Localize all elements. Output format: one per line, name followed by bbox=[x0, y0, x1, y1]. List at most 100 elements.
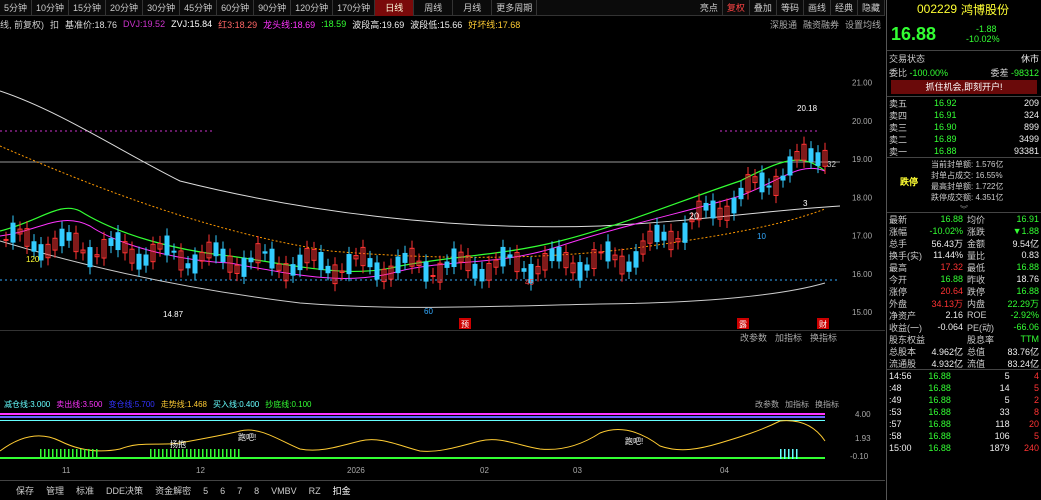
more-periods[interactable]: 更多周期 bbox=[492, 0, 538, 16]
period-month[interactable]: 月线 bbox=[453, 0, 493, 16]
label-120: 120 bbox=[26, 255, 40, 264]
candle-body bbox=[136, 253, 142, 270]
tab-5[interactable]: 5 bbox=[197, 486, 214, 496]
price-change: -1.88 bbox=[976, 24, 997, 34]
price-tick: 19.00 bbox=[852, 155, 873, 164]
ask-book: 卖五 16.92 209 卖四 16.91 324 卖三 16.90 899 卖二 16.89 349… bbox=[887, 97, 1041, 157]
tab-7[interactable]: 7 bbox=[231, 486, 248, 496]
collapse-icon[interactable]: ︾ bbox=[887, 204, 1041, 214]
jizhun-value: 基准价:18.76 bbox=[65, 19, 118, 30]
add-indicator-button[interactable]: 加指标 bbox=[775, 331, 802, 344]
sub-add-indicator[interactable]: 加指标 bbox=[785, 399, 809, 410]
period-5m[interactable]: 5分钟 bbox=[0, 0, 33, 16]
tick-list: 14:56 16.88 5 4:48 16.88 14 5:49 16.88 5 2:53 16.8… bbox=[887, 370, 1041, 454]
signal-bar bbox=[214, 449, 216, 459]
stat-row: 流通股 4.932亿 流值 83.24亿 bbox=[889, 358, 1039, 369]
candle-body bbox=[31, 241, 37, 252]
ad-banner[interactable]: 抓住机会,即刻开户! bbox=[891, 80, 1037, 94]
standard-tab[interactable]: 标准 bbox=[70, 484, 100, 497]
manage-tab[interactable]: 管理 bbox=[40, 484, 70, 497]
fund-tab[interactable]: 资金解密 bbox=[149, 484, 197, 497]
label-3: 3 bbox=[803, 199, 808, 208]
zvj-value: ZVJ:15.84 bbox=[171, 19, 213, 29]
overlay-button[interactable]: 叠加 bbox=[750, 0, 777, 16]
tab-8[interactable]: 8 bbox=[248, 486, 265, 496]
edit-params-button[interactable]: 改参数 bbox=[740, 331, 767, 344]
fuquan-button[interactable]: 复权 bbox=[723, 0, 750, 16]
candle-body bbox=[556, 246, 562, 262]
sub-ytick-0: 4.00 bbox=[855, 411, 871, 419]
ask-row: 卖二 16.89 3499 bbox=[887, 133, 1041, 145]
signal-bar bbox=[210, 449, 212, 459]
ask-row: 卖三 16.90 899 bbox=[887, 121, 1041, 133]
zhuo-label: 扬抱 bbox=[170, 439, 186, 449]
save-tab[interactable]: 保存 bbox=[10, 484, 40, 497]
signal-bar bbox=[80, 449, 82, 459]
hide-button[interactable]: 隐藏 bbox=[858, 0, 885, 16]
signal-bar bbox=[202, 449, 204, 459]
tab-6[interactable]: 6 bbox=[214, 486, 231, 496]
highlight-button[interactable]: 亮点 bbox=[696, 0, 723, 16]
signal-bar bbox=[234, 449, 236, 459]
switch-indicator-button[interactable]: 换指标 bbox=[810, 331, 837, 344]
period-90m[interactable]: 90分钟 bbox=[254, 0, 292, 16]
candle-body bbox=[171, 250, 177, 253]
kline-chart[interactable]: 21.00 20.00 19.00 18.00 17.00 16.00 15.00 20.1… bbox=[0, 31, 885, 330]
signal-bar bbox=[96, 449, 98, 459]
ask-row: 卖四 16.91 324 bbox=[887, 109, 1041, 121]
period-15m[interactable]: 15分钟 bbox=[69, 0, 107, 16]
classic-button[interactable]: 经典 bbox=[831, 0, 858, 16]
signal-bar bbox=[222, 449, 224, 459]
period-120m[interactable]: 120分钟 bbox=[291, 0, 334, 16]
period-45m[interactable]: 45分钟 bbox=[180, 0, 218, 16]
signal-bar bbox=[68, 449, 70, 459]
draw-button[interactable]: 画线 bbox=[804, 0, 831, 16]
kou-tab[interactable]: 扣金 bbox=[327, 484, 357, 497]
price-tick: 16.00 bbox=[852, 270, 873, 279]
candle-body bbox=[297, 254, 303, 271]
candle-body bbox=[500, 246, 506, 267]
sub-switch-indicator[interactable]: 换指标 bbox=[815, 399, 839, 410]
period-170m[interactable]: 170分钟 bbox=[333, 0, 376, 16]
hong-value: 红3:18.29 bbox=[218, 19, 258, 30]
limit-r2: 封单占成交: 16.55% bbox=[931, 171, 1003, 180]
dde-tab[interactable]: DDE决策 bbox=[100, 484, 149, 497]
chip-button[interactable]: 等码 bbox=[777, 0, 804, 16]
stat-row: 今开 16.88 昨收 18.76 bbox=[889, 274, 1039, 285]
period-day[interactable]: 日线 bbox=[375, 0, 415, 16]
sub-indicator-bar: 减仓线:3.000 卖出线:3.500 变仓线:5.700 走势线:1.468 … bbox=[0, 398, 885, 411]
candle-body bbox=[143, 254, 149, 266]
signal-bar bbox=[154, 449, 156, 459]
sub-d: 走势线:1.468 bbox=[160, 400, 207, 409]
price-tick: 15.00 bbox=[852, 308, 873, 317]
trend-line bbox=[0, 420, 826, 452]
signal-bar bbox=[60, 449, 62, 459]
period-week[interactable]: 周线 bbox=[414, 0, 454, 16]
vmbv-tab[interactable]: VMBV bbox=[265, 486, 303, 496]
candle-body bbox=[115, 232, 121, 251]
sub-edit-params[interactable]: 改参数 bbox=[755, 399, 779, 410]
link-ma-settings[interactable]: 设置均线 bbox=[845, 18, 881, 31]
boddi-value: 波段低:15.66 bbox=[410, 19, 463, 30]
link-hk[interactable]: 深股通 bbox=[770, 18, 797, 31]
stat-row: 收益(一) -0.064 PE(动) -66.06 bbox=[889, 322, 1039, 333]
signal-bar bbox=[76, 449, 78, 459]
candle-body bbox=[654, 224, 660, 243]
signal-bar bbox=[788, 449, 790, 459]
stat-row: 换手(实) 11.44% 量比 0.83 bbox=[889, 250, 1039, 261]
ask-price: 16.91 bbox=[934, 110, 957, 120]
indicator-bar: 线, 前复权) 扣 基准价:18.76 DVJ:19.52 ZVJ:15.84 … bbox=[0, 17, 885, 31]
period-60m[interactable]: 60分钟 bbox=[217, 0, 255, 16]
period-20m[interactable]: 20分钟 bbox=[106, 0, 144, 16]
period-10m[interactable]: 10分钟 bbox=[32, 0, 70, 16]
signal-bar bbox=[238, 449, 240, 459]
link-margin[interactable]: 融资融券 bbox=[803, 18, 839, 31]
xtick-11: 11 bbox=[62, 466, 71, 475]
candle-body bbox=[430, 274, 436, 277]
sub-chart[interactable]: 跑吧! 跑吧! 扬抱 4.00 1.93 -0.10 bbox=[0, 411, 885, 465]
period-30m[interactable]: 30分钟 bbox=[143, 0, 181, 16]
rz-tab[interactable]: RZ bbox=[303, 486, 327, 496]
wb-value: -100.00% bbox=[909, 67, 949, 78]
xtick-04: 04 bbox=[720, 466, 729, 475]
price-tick: 20.00 bbox=[852, 117, 873, 126]
